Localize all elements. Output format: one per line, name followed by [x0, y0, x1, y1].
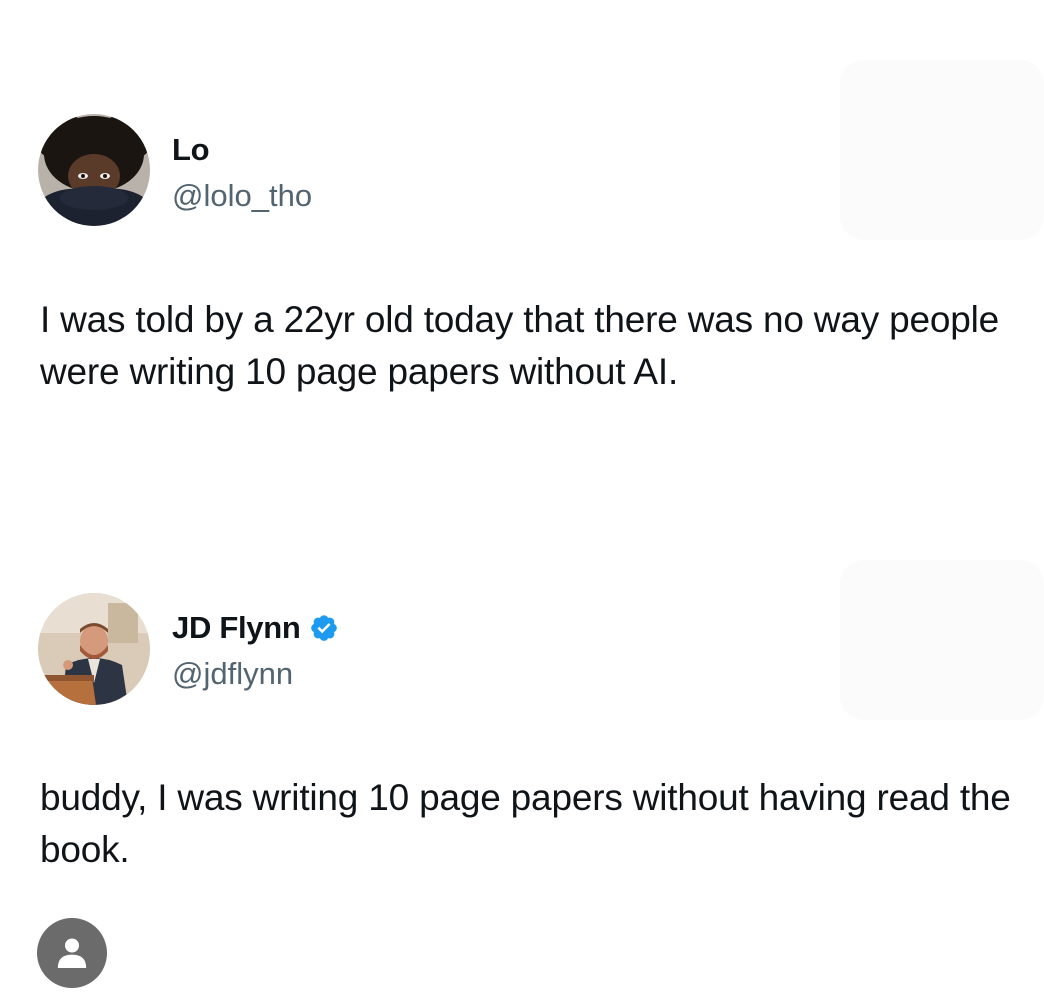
avatar[interactable] [38, 593, 150, 705]
tweet-text: I was told by a 22yr old today that ther… [40, 299, 999, 392]
avatar[interactable] [38, 114, 150, 226]
user-icon [57, 938, 87, 968]
tweet-text: buddy, I was writing 10 page papers with… [40, 777, 1011, 870]
background-card [840, 560, 1044, 720]
avatar-photo-icon [38, 114, 150, 226]
avatar-photo-icon [38, 593, 150, 705]
handle[interactable]: @jdflynn [172, 656, 293, 692]
handle[interactable]: @lolo_tho [172, 178, 312, 214]
verified-badge-icon [309, 613, 339, 643]
display-name-text: JD Flynn [172, 610, 301, 645]
background-card [840, 60, 1044, 240]
display-name[interactable]: JD Flynn [172, 610, 339, 646]
display-name[interactable]: Lo [172, 132, 210, 168]
display-name-text: Lo [172, 132, 210, 167]
profile-button[interactable] [37, 918, 107, 988]
